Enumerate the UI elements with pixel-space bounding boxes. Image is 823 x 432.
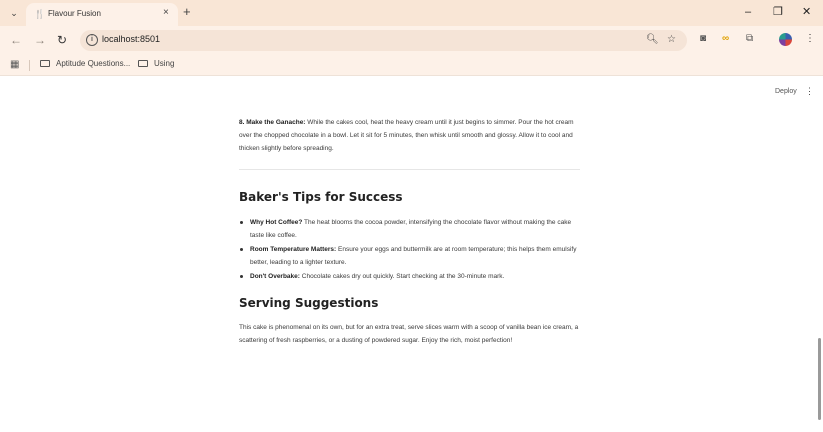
step-8-label: 8. Make the Ganache: [239, 119, 306, 126]
bookmark-label: Aptitude Questions... [56, 59, 131, 68]
forward-button[interactable]: → [34, 33, 46, 47]
tip-item: Don't Overbake: Chocolate cakes dry out … [239, 270, 580, 283]
address-bar[interactable]: i localhost:8501 🔍︎ ☆ [80, 30, 687, 51]
bookmark-folder[interactable]: Aptitude Questions... [40, 59, 130, 68]
bookmarks-bar: ▦ Aptitude Questions... Using [0, 54, 823, 76]
close-window-button[interactable]: ✕ [802, 5, 811, 19]
tab-search-chevron-icon[interactable]: ⌄ [6, 5, 22, 21]
previous-step-cutoff: · · · · [239, 96, 580, 104]
extension-glasses-icon[interactable]: ∞ [722, 33, 729, 45]
tab-strip: ⌄ 🍴 Flavour Fusion × + – ❐ ✕ [0, 0, 823, 26]
restore-button[interactable]: ❐ [773, 5, 783, 19]
zoom-icon[interactable]: 🔍︎ [646, 33, 659, 47]
minimize-button[interactable]: – [745, 5, 751, 19]
new-tab-button[interactable]: + [183, 5, 191, 19]
camera-icon[interactable]: ◙ [700, 33, 706, 45]
tips-heading: Baker's Tips for Success [239, 190, 403, 204]
tab-title: Flavour Fusion [48, 9, 101, 18]
browser-menu-icon[interactable]: ⋮ [805, 33, 815, 45]
tip-text: Chocolate cakes dry out quickly. Start c… [299, 273, 505, 280]
section-divider [239, 169, 580, 170]
bookmarks-separator [29, 60, 30, 71]
scrollbar-thumb[interactable] [818, 338, 821, 420]
fork-knife-icon: 🍴 [34, 9, 46, 19]
tip-label: Room Temperature Matters: [250, 246, 337, 253]
browser-tab[interactable]: 🍴 Flavour Fusion × [26, 3, 178, 26]
reload-button[interactable]: ↻ [57, 33, 67, 47]
tip-item: Why Hot Coffee? The heat blooms the coco… [239, 216, 580, 242]
profile-avatar[interactable] [779, 33, 792, 46]
tip-item: Room Temperature Matters: Ensure your eg… [239, 243, 580, 269]
back-button[interactable]: ← [10, 33, 22, 47]
main-content: · · · · 8. Make the Ganache: While the c… [239, 96, 580, 347]
url-text: localhost:8501 [102, 34, 161, 44]
extensions-puzzle-icon[interactable]: ⧉ [746, 33, 753, 45]
bookmark-star-icon[interactable]: ☆ [667, 33, 676, 47]
bookmark-folder[interactable]: Using [138, 59, 174, 68]
step-8-paragraph: 8. Make the Ganache: While the cakes coo… [239, 116, 580, 155]
app-menu-icon[interactable]: ⋮ [805, 86, 814, 96]
serving-paragraph: This cake is phenomenal on its own, but … [239, 324, 579, 344]
folder-icon [138, 60, 148, 67]
tip-label: Why Hot Coffee? [250, 219, 303, 226]
tip-label: Don't Overbake: [250, 273, 300, 280]
site-info-icon[interactable]: i [86, 34, 98, 46]
apps-grid-icon[interactable]: ▦ [10, 60, 19, 70]
bookmark-label: Using [154, 59, 175, 68]
serving-heading: Serving Suggestions [239, 296, 379, 310]
folder-icon [40, 60, 50, 67]
tips-list: Why Hot Coffee? The heat blooms the coco… [239, 216, 580, 283]
deploy-button[interactable]: Deploy [775, 88, 797, 95]
close-tab-icon[interactable]: × [163, 7, 169, 19]
